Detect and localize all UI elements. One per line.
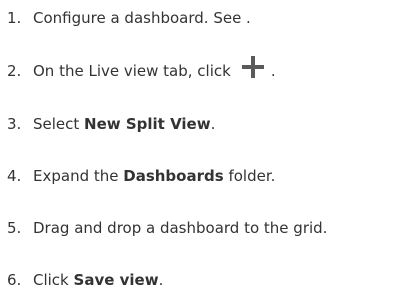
step-4: 4. Expand the Dashboards folder. bbox=[0, 164, 418, 188]
step-text-after: . bbox=[158, 271, 164, 289]
step-1: 1. Configure a dashboard. See . bbox=[0, 6, 418, 30]
step-text-after: . bbox=[210, 115, 216, 133]
step-number: 3. bbox=[7, 115, 22, 133]
step-text-bold: Save view bbox=[73, 271, 159, 289]
step-3: 3. Select New Split View . bbox=[0, 112, 418, 136]
step-text: Configure a dashboard. See . bbox=[33, 6, 251, 30]
plus-icon bbox=[241, 56, 265, 83]
step-text-before: Click bbox=[33, 271, 74, 289]
step-number: 4. bbox=[7, 167, 22, 185]
step-text-content: Configure a dashboard. See . bbox=[33, 9, 251, 27]
step-text-after: . bbox=[270, 62, 276, 80]
step-text-before: On the Live view tab, click bbox=[33, 62, 231, 80]
step-text-content: Drag and drop a dashboard to the grid. bbox=[33, 219, 328, 237]
step-6: 6. Click Save view . bbox=[0, 268, 418, 292]
step-text: Expand the Dashboards folder. bbox=[33, 164, 275, 188]
step-5: 5. Drag and drop a dashboard to the grid… bbox=[0, 216, 418, 240]
step-text-bold: Dashboards bbox=[123, 167, 224, 185]
step-number: 2. bbox=[7, 62, 22, 80]
step-number: 5. bbox=[7, 219, 22, 237]
step-text-before: Select bbox=[33, 115, 85, 133]
step-text: Click Save view . bbox=[33, 268, 163, 292]
step-text: On the Live view tab, click . bbox=[33, 56, 276, 83]
step-text-before: Expand the bbox=[33, 167, 124, 185]
step-2: 2. On the Live view tab, click . bbox=[0, 56, 418, 83]
step-number: 1. bbox=[7, 9, 22, 27]
step-text-bold: New Split View bbox=[84, 115, 211, 133]
step-text: Drag and drop a dashboard to the grid. bbox=[33, 216, 327, 240]
step-text-after: folder. bbox=[223, 167, 276, 185]
step-text: Select New Split View . bbox=[33, 112, 215, 136]
step-number: 6. bbox=[7, 271, 22, 289]
